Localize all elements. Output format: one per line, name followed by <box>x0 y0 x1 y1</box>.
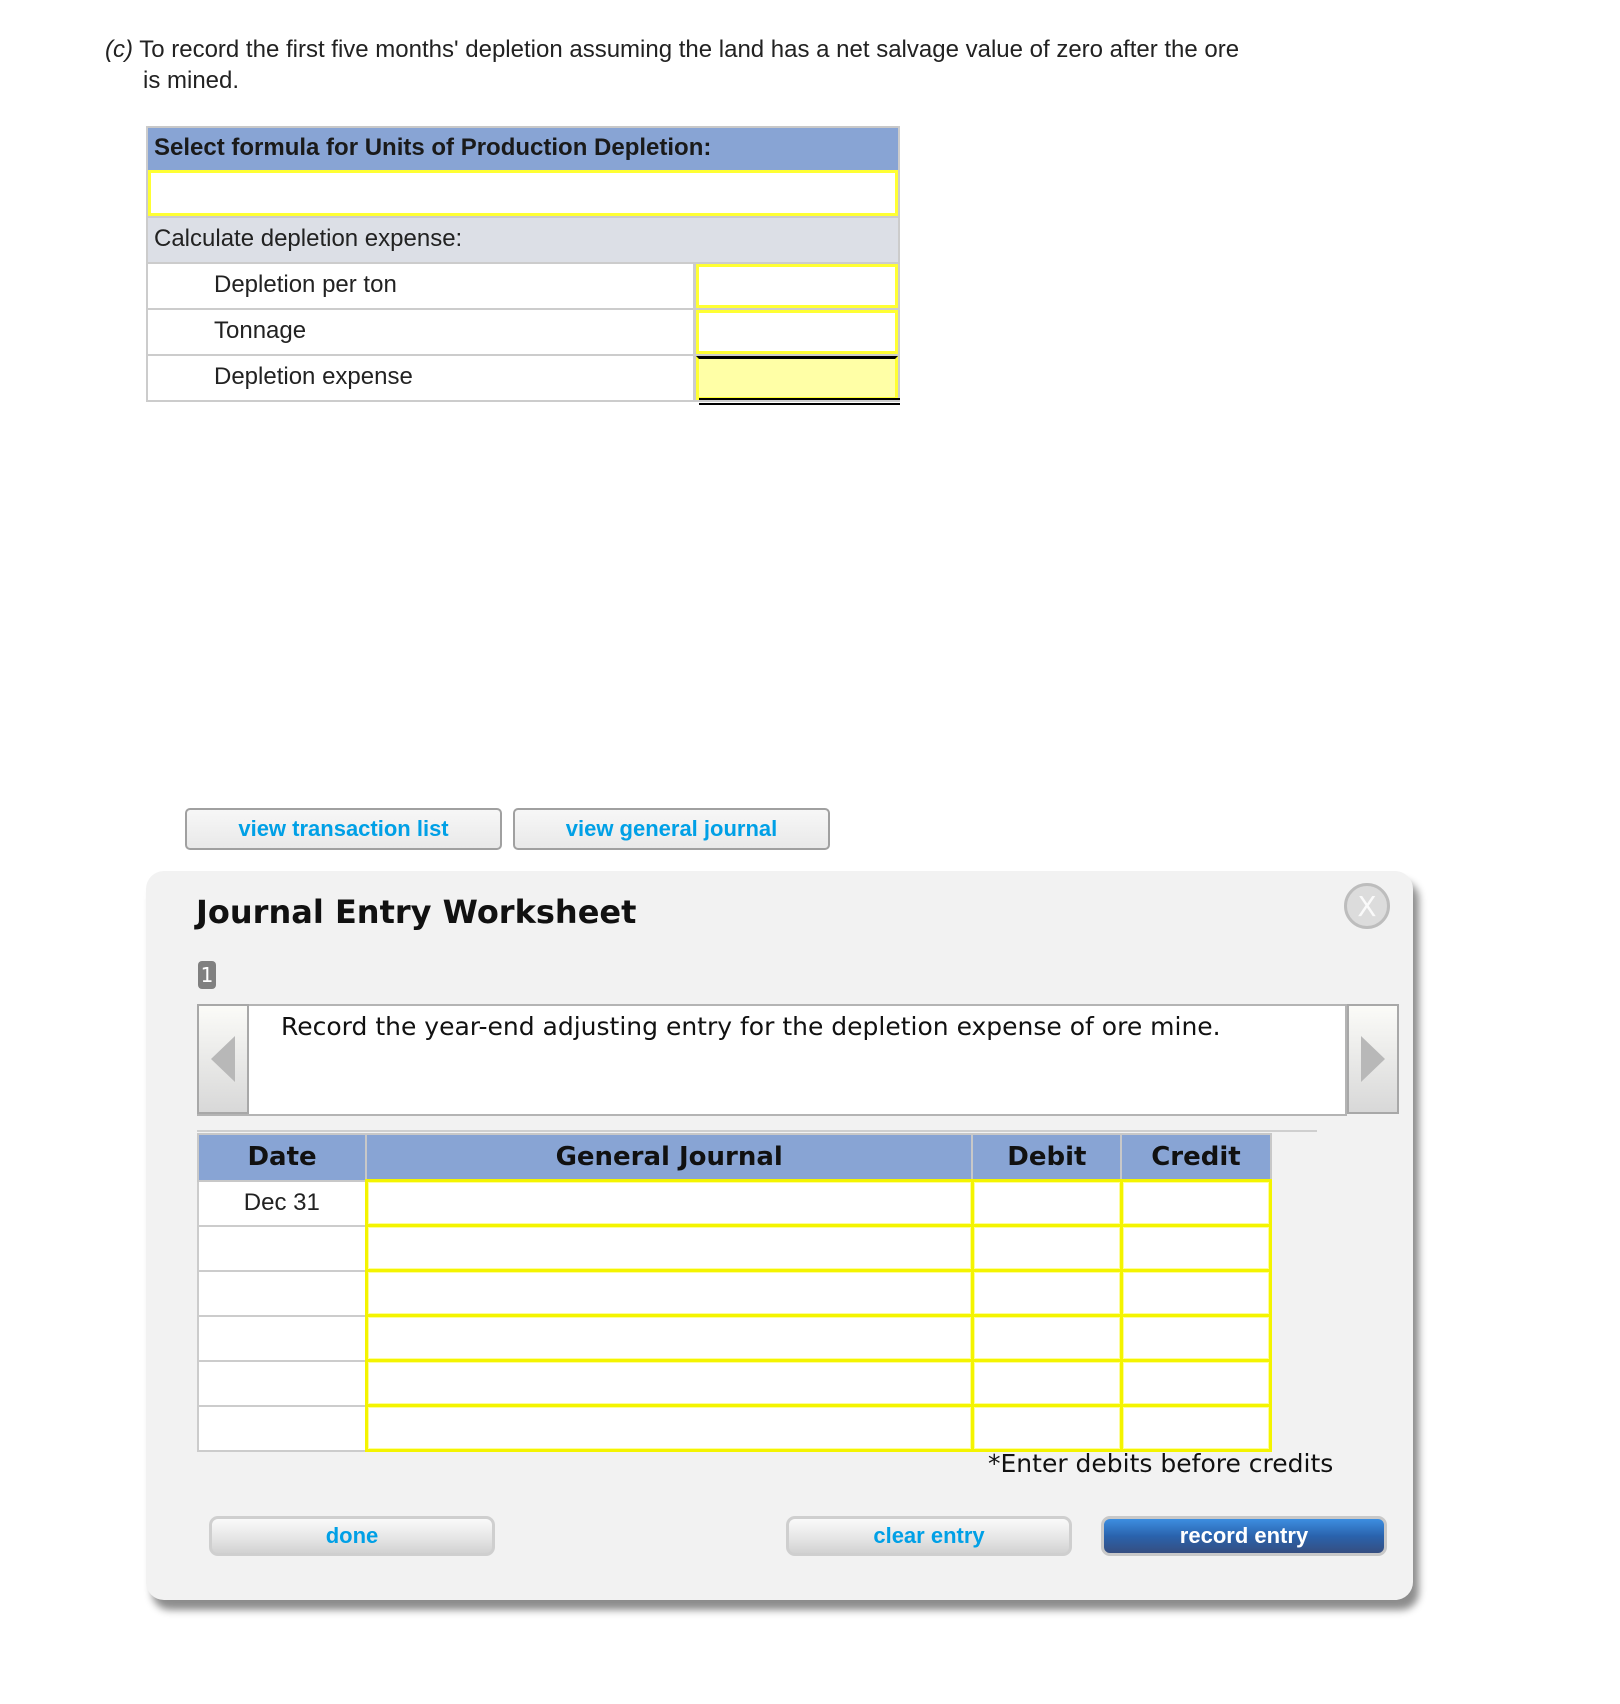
account-input[interactable] <box>364 1314 974 1362</box>
debit-input[interactable] <box>970 1269 1123 1317</box>
record-entry-button[interactable]: record entry <box>1101 1516 1387 1556</box>
clear-entry-button[interactable]: clear entry <box>786 1516 1072 1556</box>
date-cell <box>196 1269 368 1317</box>
debit-input[interactable] <box>970 1179 1123 1227</box>
arrow-right-icon <box>1361 1036 1385 1082</box>
close-icon: X <box>1357 889 1377 923</box>
formula-select-input[interactable] <box>148 170 898 216</box>
worksheet-title: Journal Entry Worksheet <box>196 893 637 931</box>
close-button[interactable]: X <box>1344 883 1390 929</box>
formula-table-header: Select formula for Units of Production D… <box>148 126 898 170</box>
debits-before-credits-note: *Enter debits before credits <box>988 1449 1334 1478</box>
date-cell: Dec 31 <box>196 1179 368 1227</box>
row-label: Tonnage <box>148 310 696 354</box>
question-part-label: (c) <box>105 36 133 63</box>
row-label: Depletion per ton <box>148 264 696 308</box>
general-journal-table: Date General Journal Debit Credit Dec 31 <box>196 1133 1273 1452</box>
credit-input[interactable] <box>1119 1179 1273 1227</box>
date-cell <box>196 1224 368 1272</box>
debit-input[interactable] <box>970 1359 1123 1407</box>
table-row <box>196 1224 1273 1272</box>
depletion-expense-input[interactable] <box>696 356 898 400</box>
arrow-left-icon <box>211 1036 235 1082</box>
debit-input[interactable] <box>970 1314 1123 1362</box>
date-cell <box>196 1314 368 1362</box>
depletion-per-ton-row: Depletion per ton <box>148 262 898 308</box>
table-row <box>196 1404 1273 1452</box>
date-cell <box>196 1404 368 1452</box>
credit-input[interactable] <box>1119 1314 1273 1362</box>
debit-input[interactable] <box>970 1404 1123 1452</box>
table-row <box>196 1314 1273 1362</box>
row-label: Depletion expense <box>148 356 696 400</box>
done-button[interactable]: done <box>209 1516 495 1556</box>
tonnage-input[interactable] <box>696 310 898 354</box>
depletion-expense-row: Depletion expense <box>148 354 898 400</box>
table-row <box>196 1269 1273 1317</box>
account-input[interactable] <box>364 1269 974 1317</box>
credit-input[interactable] <box>1119 1404 1273 1452</box>
entry-description-box: Record the year-end adjusting entry for … <box>197 1004 1399 1116</box>
account-input[interactable] <box>364 1224 974 1272</box>
account-input[interactable] <box>364 1359 974 1407</box>
table-divider <box>197 1130 1317 1132</box>
table-row <box>196 1359 1273 1407</box>
credit-input[interactable] <box>1119 1224 1273 1272</box>
depletion-formula-table: Select formula for Units of Production D… <box>146 126 900 402</box>
credit-input[interactable] <box>1119 1269 1273 1317</box>
table-header-row: Date General Journal Debit Credit <box>196 1133 1272 1182</box>
view-transaction-list-button[interactable]: view transaction list <box>185 808 502 850</box>
entry-page-badge[interactable]: 1 <box>198 961 216 989</box>
previous-entry-button[interactable] <box>197 1004 249 1114</box>
column-header-debit: Debit <box>971 1133 1123 1182</box>
account-input[interactable] <box>364 1404 974 1452</box>
tonnage-row: Tonnage <box>148 308 898 354</box>
date-cell <box>196 1359 368 1407</box>
column-header-date: Date <box>196 1133 368 1182</box>
view-general-journal-button[interactable]: view general journal <box>513 808 830 850</box>
question-line-2: is mined. <box>143 67 240 94</box>
credit-input[interactable] <box>1119 1359 1273 1407</box>
column-header-credit: Credit <box>1120 1133 1272 1182</box>
next-entry-button[interactable] <box>1347 1004 1399 1114</box>
entry-description: Record the year-end adjusting entry for … <box>281 1012 1221 1041</box>
calculate-section-label: Calculate depletion expense: <box>148 216 898 262</box>
journal-entry-worksheet-panel: Journal Entry Worksheet X 1 Record the y… <box>146 871 1413 1600</box>
column-header-general-journal: General Journal <box>365 1133 974 1182</box>
question-text: (c) To record the first five months' dep… <box>105 34 1365 96</box>
total-double-underline <box>699 398 900 405</box>
table-row: Dec 31 <box>196 1179 1273 1227</box>
debit-input[interactable] <box>970 1224 1123 1272</box>
depletion-per-ton-input[interactable] <box>696 264 898 308</box>
account-input[interactable] <box>364 1179 974 1227</box>
question-line-1: To record the first five months' depleti… <box>139 36 1240 63</box>
